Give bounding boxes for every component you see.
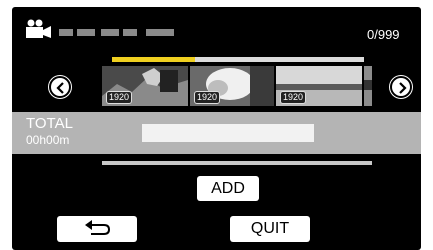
chevron-left-icon bbox=[56, 82, 64, 94]
scene-thumbnail[interactable]: 1920 bbox=[102, 66, 188, 106]
date-indicator bbox=[101, 29, 119, 36]
add-button[interactable]: ADD bbox=[197, 176, 259, 201]
scene-filmstrip[interactable]: 1920 1920 1920 bbox=[96, 66, 372, 106]
date-indicator bbox=[59, 29, 73, 36]
back-button[interactable] bbox=[57, 216, 137, 242]
total-label: TOTAL bbox=[26, 115, 73, 132]
total-duration-bar bbox=[142, 124, 314, 142]
resolution-badge: 1920 bbox=[194, 91, 221, 104]
camcorder-screen: 0/999 1920 1920 1920 TOTAL 00h00m ADD QU… bbox=[12, 7, 421, 250]
playlist-remaining-bar bbox=[195, 57, 364, 62]
quit-button[interactable]: QUIT bbox=[230, 216, 310, 242]
resolution-badge: 1920 bbox=[280, 91, 307, 104]
chevron-right-icon bbox=[399, 82, 407, 94]
file-counter: 0/999 bbox=[367, 27, 400, 42]
date-indicator bbox=[77, 29, 95, 36]
scene-thumbnail-partial[interactable] bbox=[364, 66, 372, 106]
return-arrow-icon bbox=[85, 220, 111, 235]
total-time: 00h00m bbox=[26, 133, 70, 147]
scene-thumbnail[interactable]: 1920 bbox=[190, 66, 274, 106]
date-indicator bbox=[146, 29, 174, 36]
scene-thumbnail[interactable]: 1920 bbox=[276, 66, 362, 106]
date-indicator bbox=[123, 29, 137, 36]
previous-button[interactable] bbox=[49, 76, 71, 98]
next-button[interactable] bbox=[390, 76, 412, 98]
video-camera-icon bbox=[26, 19, 51, 38]
playlist-progress-bar bbox=[112, 57, 195, 62]
divider bbox=[102, 161, 372, 165]
resolution-badge: 1920 bbox=[106, 91, 133, 104]
